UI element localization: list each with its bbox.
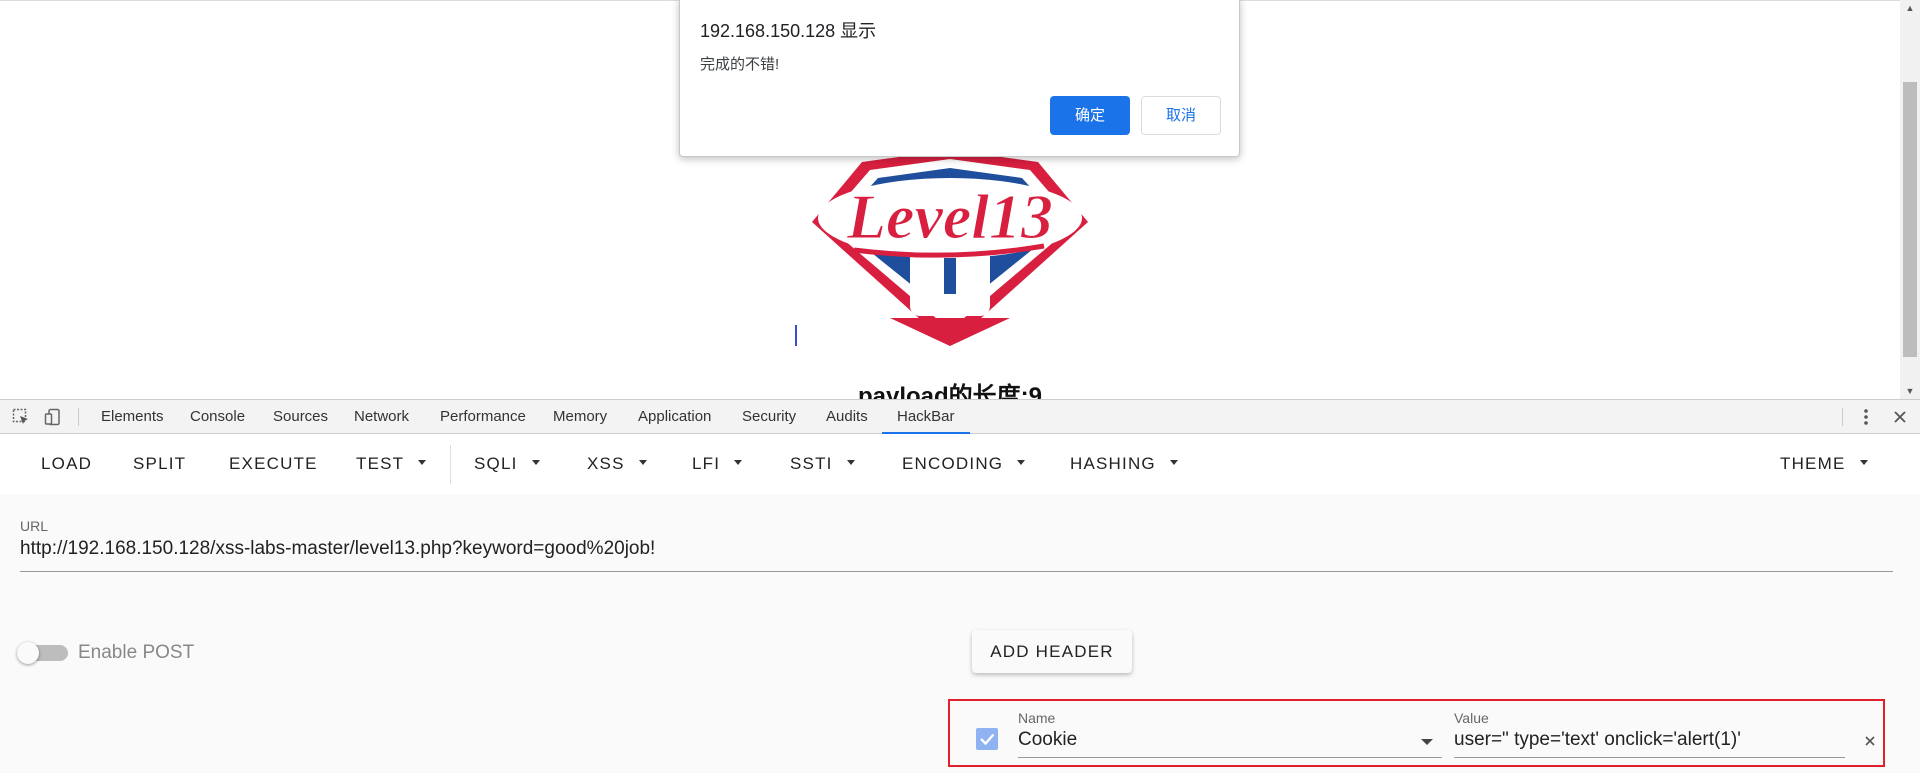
hackbar-main-panel: URL http://192.168.150.128/xss-labs-mast…: [0, 494, 1920, 773]
lfi-menu-label: LFI: [692, 454, 721, 473]
chevron-down-icon: [531, 460, 540, 466]
split-button-label: SPLIT: [133, 454, 187, 473]
text-cursor: [795, 325, 797, 346]
checkmark-icon: [980, 733, 995, 746]
scrollbar-thumb[interactable]: [1903, 82, 1917, 357]
close-devtools-icon[interactable]: [1887, 400, 1913, 433]
toolbar-divider: [450, 445, 451, 484]
payload-length-text: payload的长度:9: [857, 383, 1043, 399]
tab-console[interactable]: Console: [190, 400, 245, 433]
theme-menu-button[interactable]: THEME: [1780, 434, 1868, 494]
chevron-down-icon: [1017, 460, 1026, 466]
header-name-label: Name: [1018, 710, 1056, 726]
hackbar-toolbar: LOAD SPLIT EXECUTE TEST SQLI XSS LFI SST…: [0, 434, 1920, 494]
test-menu-label: TEST: [356, 454, 405, 473]
header-name-select[interactable]: Cookie: [1018, 729, 1077, 751]
url-input[interactable]: http://192.168.150.128/xss-labs-master/l…: [20, 538, 655, 560]
ssti-menu-button[interactable]: SSTI: [790, 434, 855, 494]
chevron-down-icon: [846, 460, 855, 466]
url-field-label: URL: [20, 518, 49, 534]
test-menu-button[interactable]: TEST: [356, 434, 427, 494]
scroll-up-arrow-icon[interactable]: ▲: [1900, 0, 1920, 16]
xss-menu-label: XSS: [587, 454, 625, 473]
execute-button-label: EXECUTE: [229, 454, 318, 473]
chevron-down-icon: [418, 460, 427, 466]
hashing-menu-button[interactable]: HASHING: [1070, 434, 1178, 494]
hashing-menu-label: HASHING: [1070, 454, 1156, 473]
toolbar-separator: [78, 408, 79, 426]
header-enabled-checkbox[interactable]: [976, 728, 998, 750]
execute-button[interactable]: EXECUTE: [229, 434, 318, 494]
url-input-underline: [20, 571, 1893, 572]
header-value-input[interactable]: user=" type='text' onclick='alert(1)': [1454, 729, 1741, 751]
sqli-menu-label: SQLI: [474, 454, 518, 473]
encoding-menu-label: ENCODING: [902, 454, 1004, 473]
lfi-menu-button[interactable]: LFI: [692, 434, 743, 494]
more-options-icon[interactable]: [1853, 400, 1879, 433]
tab-performance[interactable]: Performance: [440, 400, 526, 433]
scroll-down-arrow-icon[interactable]: ▼: [1900, 383, 1920, 399]
devtools-tab-bar: Elements Console Sources Network Perform…: [0, 399, 1920, 434]
page-scrollbar[interactable]: ▲ ▼: [1900, 0, 1920, 399]
header-value-label: Value: [1454, 710, 1489, 726]
header-row: Name Cookie Value user=" type='text' onc…: [948, 699, 1885, 767]
add-header-button[interactable]: ADD HEADER: [972, 630, 1132, 673]
level13-logo: Level13: [812, 150, 1088, 346]
chevron-down-icon: [734, 460, 743, 466]
alert-title: 192.168.150.128 显示: [700, 21, 877, 41]
alert-dialog: 192.168.150.128 显示 完成的不错! 确定 取消: [679, 0, 1240, 157]
header-name-underline: [1018, 757, 1442, 758]
tab-elements[interactable]: Elements: [101, 400, 164, 433]
chevron-down-icon: [1859, 460, 1868, 466]
toolbar-separator: [1842, 408, 1843, 426]
tab-network[interactable]: Network: [354, 400, 409, 433]
tab-audits[interactable]: Audits: [826, 400, 868, 433]
chevron-down-icon[interactable]: [1421, 739, 1433, 745]
chevron-down-icon: [1169, 460, 1178, 466]
alert-cancel-button[interactable]: 取消: [1141, 96, 1221, 135]
load-button[interactable]: LOAD: [41, 434, 92, 494]
tab-security[interactable]: Security: [742, 400, 796, 433]
tab-memory[interactable]: Memory: [553, 400, 607, 433]
load-button-label: LOAD: [41, 454, 93, 473]
encoding-menu-button[interactable]: ENCODING: [902, 434, 1026, 494]
device-toolbar-icon[interactable]: [40, 400, 66, 433]
tab-hackbar[interactable]: HackBar: [882, 400, 970, 434]
remove-header-icon[interactable]: [1863, 734, 1877, 748]
split-button[interactable]: SPLIT: [133, 434, 186, 494]
alert-ok-button[interactable]: 确定: [1050, 96, 1130, 135]
tab-application[interactable]: Application: [638, 400, 711, 433]
sqli-menu-button[interactable]: SQLI: [474, 434, 540, 494]
xss-menu-button[interactable]: XSS: [587, 434, 647, 494]
ssti-menu-label: SSTI: [790, 454, 833, 473]
alert-message: 完成的不错!: [700, 56, 780, 73]
logo-text: Level13: [846, 181, 1053, 252]
chevron-down-icon: [638, 460, 647, 466]
enable-post-toggle-knob[interactable]: [17, 642, 39, 664]
enable-post-label: Enable POST: [78, 642, 195, 663]
tab-sources[interactable]: Sources: [273, 400, 328, 433]
header-value-underline: [1454, 757, 1845, 758]
theme-menu-label: THEME: [1780, 454, 1846, 473]
page-viewport: Level13 payload的长度:9 ▲ ▼ 192.168.150.128…: [0, 0, 1920, 399]
inspect-element-icon[interactable]: [8, 400, 34, 433]
